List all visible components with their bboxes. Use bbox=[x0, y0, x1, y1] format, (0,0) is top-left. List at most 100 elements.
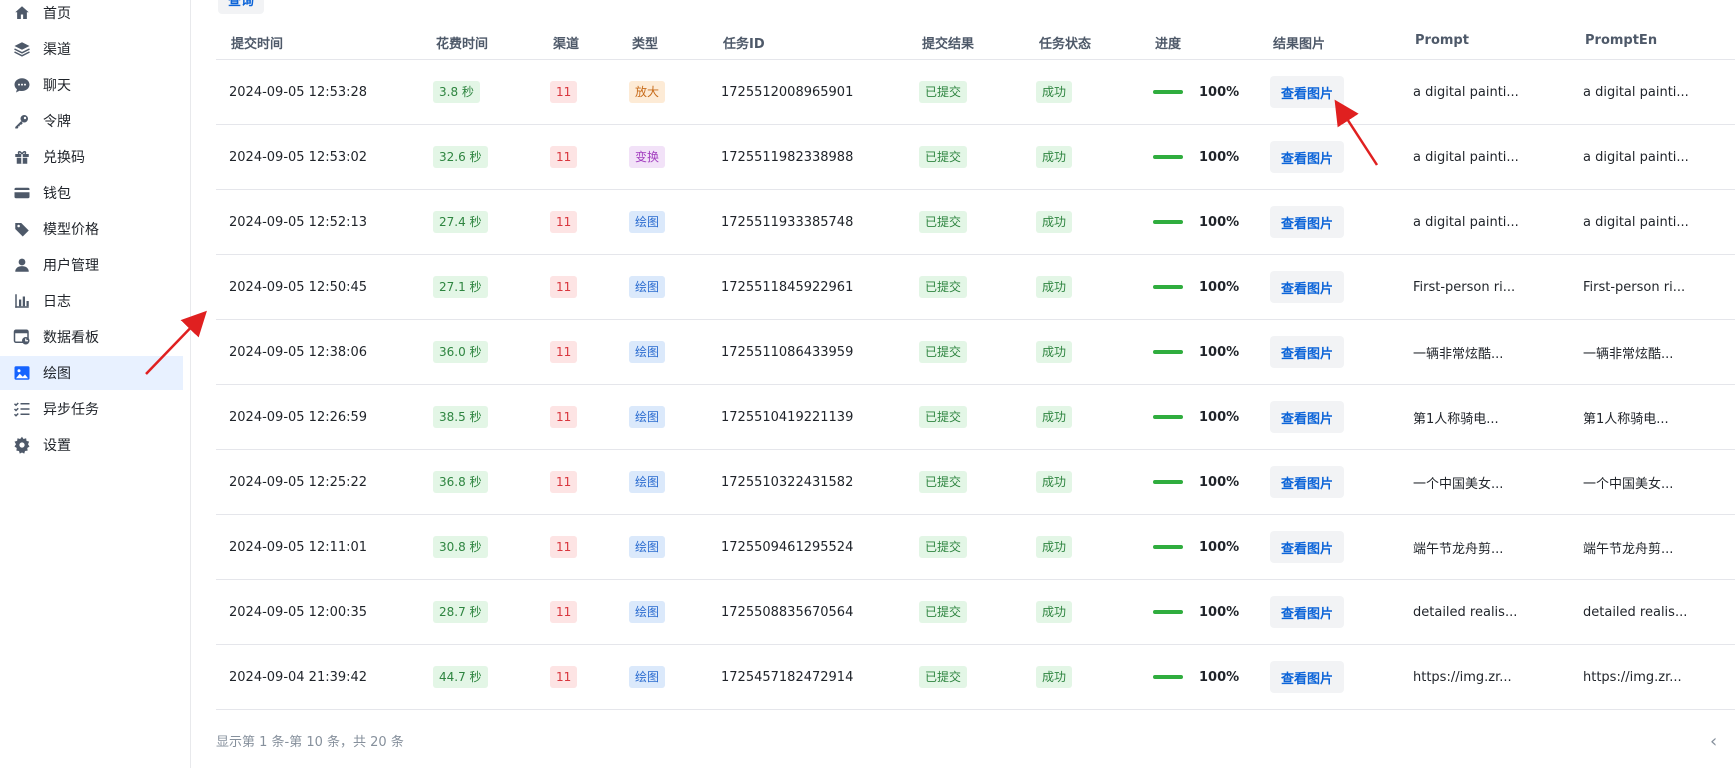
header-col-prompt: Prompt bbox=[1415, 33, 1469, 48]
view-image-button[interactable]: 查看图片 bbox=[1270, 466, 1345, 498]
progress-value: 100% bbox=[1199, 279, 1240, 295]
sidebar-item-label: 日志 bbox=[43, 294, 71, 310]
channel-tag: 11 bbox=[550, 536, 578, 558]
prompt-text: a digital painti... bbox=[1413, 84, 1519, 100]
view-image-button[interactable]: 查看图片 bbox=[1270, 596, 1345, 628]
chevron-left-icon[interactable]: ‹ bbox=[1710, 731, 1717, 752]
cost-time-tag: 36.0 秒 bbox=[433, 341, 488, 363]
progress-bar bbox=[1153, 415, 1183, 419]
progress-bar bbox=[1153, 480, 1183, 484]
channel-tag: 11 bbox=[550, 211, 578, 233]
sidebar-item-7[interactable]: 用户管理 bbox=[0, 248, 183, 282]
query-button[interactable]: 查询 bbox=[218, 0, 265, 14]
task-status-tag: 成功 bbox=[1036, 601, 1073, 623]
table-row: 2024-09-05 12:52:13 27.4 秒 11 绘图 17255119333… bbox=[216, 190, 1735, 255]
home-icon bbox=[13, 4, 31, 22]
submit-result-tag: 已提交 bbox=[919, 601, 968, 623]
table-row: 2024-09-05 12:11:01 30.8 秒 11 绘图 17255094612… bbox=[216, 515, 1735, 580]
task-status-tag: 成功 bbox=[1036, 666, 1073, 688]
user-icon bbox=[13, 256, 31, 274]
prompt-text: 端午节龙舟剪... bbox=[1413, 541, 1504, 557]
sidebar-item-8[interactable]: 日志 bbox=[0, 284, 183, 318]
task-id: 1725512008965901 bbox=[721, 84, 854, 100]
prompt-en-text: https://img.zr... bbox=[1583, 669, 1682, 685]
sidebar: 首页渠道聊天令牌 兑换码钱包模型价格用户管理日志数据看板绘图异步任务设置 bbox=[0, 0, 191, 768]
sidebar-item-label: 绘图 bbox=[43, 366, 71, 382]
sidebar-item-5[interactable]: 钱包 bbox=[0, 176, 183, 210]
task-status-tag: 成功 bbox=[1036, 536, 1073, 558]
cost-time-tag: 27.1 秒 bbox=[433, 276, 488, 298]
sidebar-item-label: 首页 bbox=[43, 6, 71, 22]
view-image-button[interactable]: 查看图片 bbox=[1270, 661, 1345, 693]
sidebar-item-label: 钱包 bbox=[43, 186, 71, 202]
task-id: 1725508835670564 bbox=[721, 604, 854, 620]
view-image-button[interactable]: 查看图片 bbox=[1270, 336, 1345, 368]
prompt-text: https://img.zr... bbox=[1413, 669, 1512, 685]
sidebar-item-label: 用户管理 bbox=[43, 258, 99, 274]
view-image-button[interactable]: 查看图片 bbox=[1270, 76, 1345, 108]
sidebar-item-label: 聊天 bbox=[43, 78, 71, 94]
prompt-text: 第1人称骑电... bbox=[1413, 411, 1499, 427]
channel-tag: 11 bbox=[550, 341, 578, 363]
progress-value: 100% bbox=[1199, 539, 1240, 555]
submit-result-tag: 已提交 bbox=[919, 536, 968, 558]
submit-time: 2024-09-05 12:11:01 bbox=[229, 539, 368, 555]
sidebar-item-12[interactable]: 设置 bbox=[0, 428, 183, 462]
image-icon bbox=[13, 364, 31, 382]
type-tag: 放大 bbox=[629, 81, 666, 103]
cost-time-tag: 38.5 秒 bbox=[433, 406, 488, 428]
view-image-button[interactable]: 查看图片 bbox=[1270, 531, 1345, 563]
progress-value: 100% bbox=[1199, 669, 1240, 685]
submit-result-tag: 已提交 bbox=[919, 276, 968, 298]
submit-result-tag: 已提交 bbox=[919, 471, 968, 493]
submit-result-tag: 已提交 bbox=[919, 341, 968, 363]
sidebar-item-11[interactable]: 异步任务 bbox=[0, 392, 183, 426]
view-image-button[interactable]: 查看图片 bbox=[1270, 401, 1345, 433]
task-status-tag: 成功 bbox=[1036, 341, 1073, 363]
progress-bar bbox=[1153, 155, 1183, 159]
task-id: 1725511982338988 bbox=[721, 149, 854, 165]
task-status-tag: 成功 bbox=[1036, 276, 1073, 298]
task-id: 1725510419221139 bbox=[721, 409, 854, 425]
sidebar-item-label: 设置 bbox=[43, 438, 71, 454]
header-col-task-id: 任务ID bbox=[723, 37, 765, 52]
sidebar-item-6[interactable]: 模型价格 bbox=[0, 212, 183, 246]
channel-tag: 11 bbox=[550, 276, 578, 298]
prompt-en-text: detailed realis... bbox=[1583, 604, 1688, 620]
sidebar-item-4[interactable]: 兑换码 bbox=[0, 140, 183, 174]
submit-result-tag: 已提交 bbox=[919, 211, 968, 233]
progress-bar bbox=[1153, 90, 1183, 94]
progress-value: 100% bbox=[1199, 149, 1240, 165]
type-tag: 绘图 bbox=[629, 666, 666, 688]
sidebar-item-1[interactable]: 渠道 bbox=[0, 32, 183, 66]
table-row: 2024-09-04 21:39:42 44.7 秒 11 绘图 17254571824… bbox=[216, 645, 1735, 710]
type-tag: 变换 bbox=[629, 146, 666, 168]
submit-result-tag: 已提交 bbox=[919, 666, 968, 688]
sidebar-item-3[interactable]: 令牌 bbox=[0, 104, 183, 138]
gift-icon bbox=[13, 148, 31, 166]
type-tag: 绘图 bbox=[629, 341, 666, 363]
progress-bar bbox=[1153, 220, 1183, 224]
sidebar-item-2[interactable]: 聊天 bbox=[0, 68, 183, 102]
sidebar-item-10[interactable]: 绘图 bbox=[0, 356, 183, 390]
task-id: 1725511933385748 bbox=[721, 214, 854, 230]
chat-icon bbox=[13, 76, 31, 94]
view-image-button[interactable]: 查看图片 bbox=[1270, 271, 1345, 303]
sidebar-item-9[interactable]: 数据看板 bbox=[0, 320, 183, 354]
task-status-tag: 成功 bbox=[1036, 146, 1073, 168]
task-status-tag: 成功 bbox=[1036, 471, 1073, 493]
progress-value: 100% bbox=[1199, 474, 1240, 490]
table-row: 2024-09-05 12:25:22 36.8 秒 11 绘图 17255103224… bbox=[216, 450, 1735, 515]
wallet-icon bbox=[13, 184, 31, 202]
table-header: 提交时间 花费时间 渠道 类型 任务ID 提交结果 任务状态 进度 结果图片 Prompt Prom… bbox=[216, 26, 1735, 60]
prompt-text: detailed realis... bbox=[1413, 604, 1518, 620]
submit-time: 2024-09-05 12:25:22 bbox=[229, 474, 368, 490]
view-image-button[interactable]: 查看图片 bbox=[1270, 141, 1345, 173]
task-id: 1725510322431582 bbox=[721, 474, 854, 490]
sidebar-item-0[interactable]: 首页 bbox=[0, 0, 183, 30]
view-image-button[interactable]: 查看图片 bbox=[1270, 206, 1345, 238]
progress-bar bbox=[1153, 675, 1183, 679]
task-status-tag: 成功 bbox=[1036, 81, 1073, 103]
sidebar-item-label: 数据看板 bbox=[43, 330, 99, 346]
progress-value: 100% bbox=[1199, 214, 1240, 230]
